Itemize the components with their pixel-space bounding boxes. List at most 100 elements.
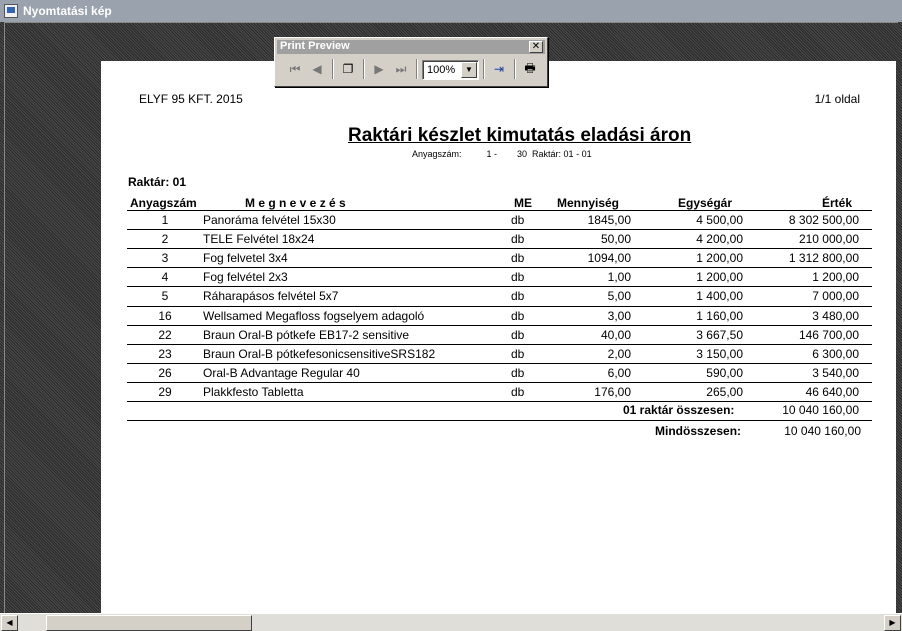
table-row: 3 Fog felvetel 3x4 db 1094,00 1 200,00 1 312 … [127,249,872,268]
warehouse-heading: Raktár: 01 [128,175,187,189]
cell-name: Braun Oral-B pótkefe EB17-2 sensitive [203,327,410,342]
window-titlebar: Nyomtatási kép [0,0,902,22]
cell-name: Fog felvetel 3x4 [203,251,288,266]
exit-icon[interactable]: ⇥ [488,58,510,80]
close-icon[interactable]: ✕ [529,41,543,53]
scroll-left-icon[interactable]: ◀ [1,615,18,631]
table-row: 29 Plakkfesto Tabletta db 176,00 265,00 46 64… [127,383,872,402]
cell-unit: db [511,365,525,380]
company-name: ELYF 95 KFT. 2015 [139,92,243,106]
page-number: 1/1 oldal [814,92,860,106]
toolbar-title: Print Preview [280,40,350,52]
previous-page-icon[interactable]: ◀ [306,58,328,80]
column-header-unit: ME [514,196,532,210]
cell-code: 22 [158,327,172,342]
total-value: 10 040 160,00 [784,424,861,438]
cell-qty: 50,00 [600,232,631,247]
subtotal-value: 10 040 160,00 [782,403,859,417]
cell-value: 46 640,00 [805,384,859,399]
cell-qty: 5,00 [607,289,631,304]
multi-page-icon[interactable]: ❐ [337,58,359,80]
cell-name: Ráharapásos felvétel 5x7 [203,289,339,304]
cell-price: 3 150,00 [696,346,743,361]
chevron-down-icon[interactable]: ▼ [461,62,477,78]
cell-unit: db [511,346,525,361]
cell-code: 23 [158,346,172,361]
horizontal-scrollbar[interactable]: ◀ ▶ [0,613,902,631]
cell-name: Panoráma felvétel 15x30 [203,213,336,227]
cell-unit: db [511,232,525,247]
subtotal-rule [127,420,872,421]
cell-qty: 3,00 [607,308,631,323]
cell-code: 1 [161,213,169,227]
table-row: 22 Braun Oral-B pótkefe EB17-2 sensitive d… [127,326,872,345]
cell-value: 1 200,00 [812,270,859,285]
cell-unit: db [511,251,525,266]
cell-value: 8 302 500,00 [788,213,859,227]
print-preview-toolbar[interactable]: Print Preview ✕ ⏮ ◀ ❐ ▶ ⏭ 100% ▼ ⇥ 🖶 [274,37,548,87]
cell-unit: db [511,270,525,285]
cell-name: Plakkfesto Tabletta [203,384,304,399]
cell-name: Oral-B Advantage Regular 40 [203,365,360,380]
table-row: 5 Ráharapásos felvétel 5x7 db 5,00 1 400,00 7… [127,287,872,306]
report-title: Raktári készlet kimutatás eladási áron [348,125,692,146]
cell-name: Wellsamed Megafloss fogselyem adagoló [203,308,425,323]
cell-price: 265,00 [706,384,743,399]
report-subtitle: Anyagszám: 1 - 30 Raktár: 01 - 01 [412,149,592,159]
next-page-icon[interactable]: ▶ [368,58,390,80]
cell-value: 210 000,00 [798,232,859,247]
cell-code: 3 [161,251,169,266]
cell-value: 7 000,00 [812,289,859,304]
toolbar-separator [416,59,418,79]
cell-price: 4 200,00 [696,232,743,247]
cell-name: Fog felvétel 2x3 [203,270,288,285]
window-title: Nyomtatási kép [23,4,112,18]
toolbar-caption[interactable]: Print Preview ✕ [277,40,545,54]
cell-qty: 176,00 [594,384,631,399]
cell-name: Braun Oral-B pótkefesonicsensitiveSRS182 [203,346,436,361]
print-icon[interactable]: 🖶 [519,58,541,80]
cell-code: 4 [161,270,169,285]
column-header-name: M e g n e v e z é s [245,196,346,210]
table-row: 1 Panoráma felvétel 15x30 db 1845,00 4 500,0… [127,211,872,230]
cell-unit: db [511,213,525,227]
cell-price: 1 200,00 [696,251,743,266]
cell-value: 146 700,00 [798,327,859,342]
report-page: ELYF 95 KFT. 2015 1/1 oldal Raktári kész… [101,61,896,613]
app-icon [4,4,18,18]
zoom-select[interactable]: 100% ▼ [422,60,479,80]
cell-price: 590,00 [706,365,743,380]
subtotal-label: 01 raktár összesen: [623,403,735,417]
cell-code: 26 [158,365,172,380]
cell-price: 3 667,50 [696,327,743,342]
column-header-code: Anyagszám [130,196,197,210]
row-rule [127,401,872,402]
last-page-icon[interactable]: ⏭ [390,58,412,80]
cell-unit: db [511,308,525,323]
cell-price: 1 400,00 [696,289,743,304]
first-page-icon[interactable]: ⏮ [284,58,306,80]
cell-qty: 1,00 [607,270,631,285]
table-row: 2 TELE Felvétel 18x24 db 50,00 4 200,00 210 0… [127,230,872,249]
zoom-value: 100% [427,64,456,76]
scroll-right-icon[interactable]: ▶ [884,615,901,631]
column-header-value: Érték [822,196,853,210]
column-header-price: Egységár [678,196,733,210]
table-row: 16 Wellsamed Megafloss fogselyem adagoló d… [127,307,872,326]
scroll-thumb[interactable] [46,615,252,631]
preview-workspace[interactable]: ELYF 95 KFT. 2015 1/1 oldal Raktári kész… [0,22,902,613]
column-header-qty: Mennyiség [557,196,620,210]
cell-qty: 2,00 [607,346,631,361]
toolbar-separator [483,59,485,79]
total-label: Mindösszesen: [655,424,742,438]
table-row: 26 Oral-B Advantage Regular 40 db 6,00 590,0… [127,364,872,383]
cell-code: 2 [161,232,169,247]
cell-qty: 40,00 [600,327,631,342]
cell-value: 3 480,00 [812,308,859,323]
cell-qty: 1845,00 [587,213,631,227]
cell-unit: db [511,327,525,342]
cell-qty: 1094,00 [587,251,631,266]
toolbar-separator [514,59,516,79]
cell-price: 4 500,00 [696,213,743,227]
table-row: 4 Fog felvétel 2x3 db 1,00 1 200,00 1 200,00 [127,268,872,287]
